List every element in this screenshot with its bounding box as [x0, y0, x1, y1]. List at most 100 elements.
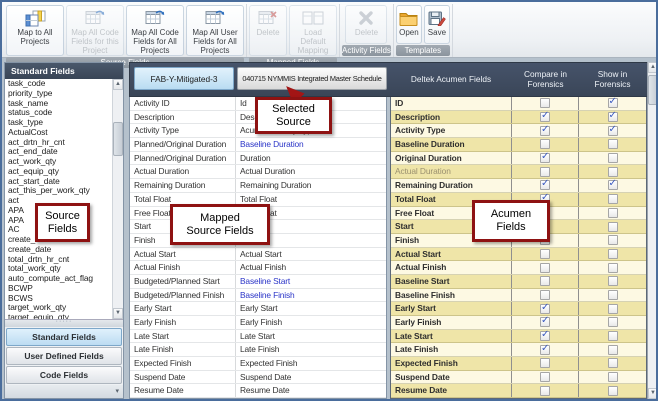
open-button[interactable]: Open: [396, 5, 422, 44]
scroll-thumb[interactable]: [648, 75, 658, 105]
compare-checkbox[interactable]: [540, 126, 550, 136]
show-checkbox[interactable]: [608, 331, 618, 341]
compare-checkbox[interactable]: [540, 372, 550, 382]
scroll-down-icon[interactable]: ▼: [113, 308, 123, 319]
source1-mapped-field[interactable]: Early Finish: [130, 316, 236, 329]
show-checkbox[interactable]: [608, 317, 618, 327]
show-checkbox[interactable]: [608, 386, 618, 396]
source2-mapped-field[interactable]: Remaining Duration: [236, 179, 386, 192]
map-all-code-fields-for-all-projects-button[interactable]: ="0 0 18 15">Map All Code Fields for All…: [126, 5, 184, 56]
scroll-thumb[interactable]: [113, 122, 123, 156]
show-checkbox[interactable]: [608, 276, 618, 286]
show-checkbox[interactable]: [608, 112, 618, 122]
source1-mapped-field[interactable]: Activity Type: [130, 124, 236, 137]
splitter-handle[interactable]: ·····: [5, 320, 123, 327]
source1-mapped-field[interactable]: Early Start: [130, 302, 236, 315]
source2-mapped-field[interactable]: Baseline Finish: [236, 289, 386, 302]
delete-button[interactable]: ="0 0 18 15">Delete: [249, 5, 287, 56]
source2-mapped-field[interactable]: Resume Date: [236, 384, 386, 397]
show-checkbox[interactable]: [608, 167, 618, 177]
show-checkbox[interactable]: [608, 235, 618, 245]
sidebar-nav-standard-fields[interactable]: Standard Fields: [6, 328, 122, 346]
show-checkbox[interactable]: [608, 126, 618, 136]
map-to-all-projects-button[interactable]: Map to All Projects: [6, 5, 64, 56]
source2-mapped-field[interactable]: Actual Finish: [236, 261, 386, 274]
show-checkbox[interactable]: [608, 98, 618, 108]
source1-mapped-field[interactable]: Actual Start: [130, 248, 236, 261]
source1-mapped-field[interactable]: Late Finish: [130, 343, 236, 356]
compare-checkbox[interactable]: [540, 112, 550, 122]
nav-overflow-chevron[interactable]: ▾: [5, 385, 123, 398]
compare-checkbox[interactable]: [540, 276, 550, 286]
source2-mapped-field[interactable]: Actual Duration: [236, 165, 386, 178]
map-all-code-fields-for-this-project-button[interactable]: ="0 0 18 15">Map All Code Fields for thi…: [66, 5, 124, 56]
scroll-up-icon[interactable]: ▲: [648, 62, 658, 73]
show-checkbox[interactable]: [608, 222, 618, 232]
source1-mapped-field[interactable]: Budgeted/Planned Finish: [130, 289, 236, 302]
source1-mapped-field[interactable]: Activity ID: [130, 97, 236, 110]
compare-checkbox[interactable]: [540, 153, 550, 163]
source2-mapped-field[interactable]: Late Finish: [236, 343, 386, 356]
compare-checkbox[interactable]: [540, 249, 550, 259]
compare-checkbox[interactable]: [540, 180, 550, 190]
source1-mapped-field[interactable]: Planned/Original Duration: [130, 152, 236, 165]
load-default-mapping-button[interactable]: Load Default Mapping: [289, 5, 337, 56]
show-checkbox[interactable]: [608, 290, 618, 300]
show-checkbox[interactable]: [608, 372, 618, 382]
source1-mapped-field[interactable]: Budgeted/Planned Start: [130, 275, 236, 288]
show-checkbox[interactable]: [608, 345, 618, 355]
source1-mapped-field[interactable]: Suspend Date: [130, 371, 236, 384]
source1-mapped-field[interactable]: Description: [130, 111, 236, 124]
show-checkbox[interactable]: [608, 139, 618, 149]
compare-checkbox[interactable]: [540, 290, 550, 300]
show-checkbox[interactable]: [608, 304, 618, 314]
compare-checkbox[interactable]: [540, 386, 550, 396]
source2-mapped-field[interactable]: Expected Finish: [236, 357, 386, 370]
show-checkbox[interactable]: [608, 263, 618, 273]
compare-checkbox[interactable]: [540, 167, 550, 177]
source-tab-selected[interactable]: FAB-Y-Mitigated-3: [134, 67, 234, 90]
source1-mapped-field[interactable]: Late Start: [130, 330, 236, 343]
compare-checkbox[interactable]: [540, 304, 550, 314]
source1-mapped-field[interactable]: Expected Finish: [130, 357, 236, 370]
compare-checkbox[interactable]: [540, 331, 550, 341]
compare-checkbox[interactable]: [540, 263, 550, 273]
sidebar-scrollbar[interactable]: ▲ ▼: [112, 79, 123, 319]
source2-mapped-field[interactable]: Suspend Date: [236, 371, 386, 384]
source2-mapped-field[interactable]: Early Start: [236, 302, 386, 315]
show-checkbox[interactable]: [608, 358, 618, 368]
scroll-up-icon[interactable]: ▲: [113, 79, 123, 90]
acumen-field-name: ID: [391, 97, 512, 110]
map-all-user-fields-for-all-projects-button[interactable]: ="0 0 18 15">Map All User Fields for All…: [186, 5, 244, 56]
source1-mapped-field[interactable]: Planned/Original Duration: [130, 138, 236, 151]
source1-mapped-field[interactable]: Resume Date: [130, 384, 236, 397]
source1-mapped-field[interactable]: Remaining Duration: [130, 179, 236, 192]
show-checkbox[interactable]: [608, 249, 618, 259]
source-field-item[interactable]: target_equip_qty: [5, 313, 123, 320]
compare-checkbox[interactable]: [540, 358, 550, 368]
show-checkbox[interactable]: [608, 208, 618, 218]
scroll-down-icon[interactable]: ▼: [648, 388, 658, 399]
source1-mapped-field[interactable]: Actual Duration: [130, 165, 236, 178]
compare-checkbox[interactable]: [540, 317, 550, 327]
acumen-scrollbar[interactable]: ▲ ▼: [647, 62, 658, 399]
source2-mapped-field[interactable]: Baseline Duration: [236, 138, 386, 151]
sidebar-nav-code-fields[interactable]: Code Fields: [6, 366, 122, 384]
compare-checkbox[interactable]: [540, 98, 550, 108]
source2-mapped-field[interactable]: Late Start: [236, 330, 386, 343]
source-field-item[interactable]: act_this_per_work_qty: [5, 186, 123, 196]
source2-mapped-field[interactable]: Early Finish: [236, 316, 386, 329]
show-checkbox[interactable]: [608, 153, 618, 163]
save-button[interactable]: Save: [424, 5, 450, 44]
sidebar-nav-user-defined-fields[interactable]: User Defined Fields: [6, 347, 122, 365]
show-checkbox[interactable]: [608, 194, 618, 204]
show-checkbox[interactable]: [608, 180, 618, 190]
compare-checkbox[interactable]: [540, 139, 550, 149]
source2-mapped-field[interactable]: Baseline Start: [236, 275, 386, 288]
source1-mapped-field[interactable]: Actual Finish: [130, 261, 236, 274]
delete-button[interactable]: Delete: [345, 5, 387, 44]
compare-checkbox[interactable]: [540, 345, 550, 355]
source2-mapped-field[interactable]: Duration: [236, 152, 386, 165]
show-checkbox-cell: [579, 111, 646, 124]
source2-mapped-field[interactable]: Actual Start: [236, 248, 386, 261]
